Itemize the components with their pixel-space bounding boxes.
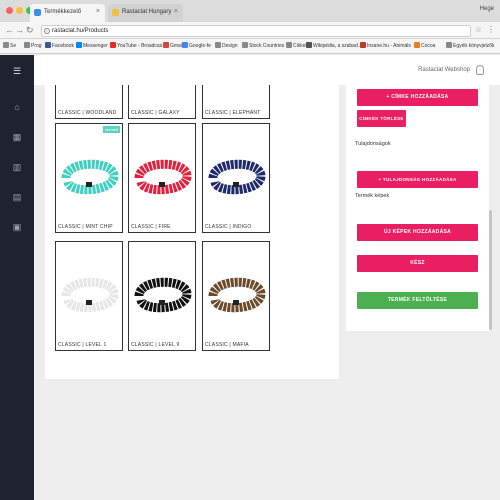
add-property-button[interactable]: + TULAJDONSÁG HOZZÁADÁSA xyxy=(357,171,478,188)
bookmark-item[interactable]: Messenger xyxy=(76,42,108,49)
tab-title: Termékkezelő xyxy=(44,9,82,15)
bookmark-item[interactable]: Facebook xyxy=(45,42,74,49)
tab-close-icon[interactable]: × xyxy=(96,8,100,15)
add-images-button[interactable]: ÚJ KÉPEK HOZZÁADÁSA xyxy=(357,224,478,241)
bookmark-item[interactable]: Egyéb könyvjelzők xyxy=(446,42,494,49)
bookmark-star-icon[interactable]: ☆ xyxy=(475,25,482,34)
product-tile[interactable]: CLASSIC | MAFIA xyxy=(202,241,270,351)
bookmark-item[interactable]: Google-fe xyxy=(182,42,211,49)
tab-favicon-icon xyxy=(112,9,119,16)
browser-menu-icon[interactable]: ⋮ xyxy=(487,25,495,34)
upload-product-button[interactable]: TERMÉK FELTÖLTÉSE xyxy=(357,292,478,309)
facebook-icon xyxy=(45,42,51,48)
clipboard-icon[interactable]: ▣ xyxy=(11,221,23,233)
url-input[interactable]: i rastaclat.hu/Products xyxy=(41,25,471,37)
product-tile[interactable]: CLASSIC | LEVEL 9 xyxy=(128,241,196,351)
bookmark-item[interactable]: Se xyxy=(3,42,16,49)
product-label: CLASSIC | FIRE xyxy=(131,224,171,230)
product-tile[interactable]: CLASSIC | LEVEL 1 xyxy=(55,241,123,351)
bracelet-image xyxy=(208,277,266,313)
tab-title: Rastaclat Hungary xyxy=(122,9,172,15)
product-edit-panel: + CÍMKE HOZZÁADÁSA CÍMKÉK TÖRLÉSE Tulajd… xyxy=(346,85,489,331)
browser-tab-active[interactable]: Termékkezelő × xyxy=(30,4,105,22)
address-bar: ← → ↻ i rastaclat.hu/Products ☆ ⋮ xyxy=(0,22,500,39)
product-label: CLASSIC | GALAXY xyxy=(131,110,180,116)
site-icon xyxy=(360,42,366,48)
messenger-icon xyxy=(76,42,82,48)
bookmark-item[interactable]: Insane.hu - Animáls xyxy=(360,42,411,49)
bracelet-image xyxy=(61,159,119,195)
site-icon xyxy=(414,42,420,48)
product-label: CLASSIC | WOODLAND xyxy=(58,110,117,116)
product-label: CLASSIC | INDIGO xyxy=(205,224,252,230)
gmail-icon xyxy=(163,42,169,48)
folder-icon xyxy=(286,42,292,48)
product-label: CLASSIC | MINT CHIP xyxy=(58,224,113,230)
user-avatar-icon[interactable] xyxy=(476,65,484,75)
book-icon[interactable]: ▤ xyxy=(11,191,23,203)
minimize-window-icon[interactable] xyxy=(16,7,23,14)
properties-label: Tulajdonságok xyxy=(355,141,391,147)
youtube-icon xyxy=(110,42,116,48)
bracelet-image xyxy=(134,277,192,313)
bookmark-item[interactable]: Wikipédia, a szabad... xyxy=(306,42,362,49)
folder-icon xyxy=(446,42,452,48)
forward-icon[interactable]: → xyxy=(15,25,24,35)
folder-icon xyxy=(242,42,248,48)
done-button[interactable]: KÉSZ xyxy=(357,255,478,272)
product-label: CLASSIC | ELEPHANT xyxy=(205,110,261,116)
bookmarks-bar: Se Prog Facebook Messenger YouTube - Bro… xyxy=(0,39,500,54)
product-tile[interactable]: CLASSIC | GALAXY xyxy=(128,85,196,119)
bookmark-item[interactable]: Gmail xyxy=(163,42,183,49)
url-text: rastaclat.hu/Products xyxy=(52,28,109,34)
featured-badge: kiemelt xyxy=(103,126,120,133)
reload-icon[interactable]: ↻ xyxy=(26,25,34,35)
google-icon xyxy=(182,42,188,48)
product-tile[interactable]: kiemelt CLASSIC | MINT CHIP xyxy=(55,123,123,233)
product-tile[interactable]: CLASSIC | WOODLAND xyxy=(55,85,123,119)
back-icon[interactable]: ← xyxy=(5,25,14,35)
browser-tab-bar: Termékkezelő × Rastaclat Hungary × Hege xyxy=(0,0,500,22)
scrollbar[interactable] xyxy=(489,210,492,330)
folder-icon xyxy=(24,42,30,48)
browser-profile[interactable]: Hege xyxy=(480,6,494,12)
bookmark-item[interactable]: Design xyxy=(215,42,238,49)
product-label: CLASSIC | LEVEL 1 xyxy=(58,342,107,348)
bookmark-item[interactable]: Stock Countries xyxy=(242,42,284,49)
bookmark-item[interactable]: Prog xyxy=(24,42,42,49)
product-tile[interactable]: CLASSIC | FIRE xyxy=(128,123,196,233)
product-label: CLASSIC | LEVEL 9 xyxy=(131,342,180,348)
chart-icon[interactable]: ▥ xyxy=(11,161,23,173)
grid-icon[interactable]: ▦ xyxy=(11,131,23,143)
tab-close-icon[interactable]: × xyxy=(174,8,178,15)
product-label: CLASSIC | MAFIA xyxy=(205,342,249,348)
tab-favicon-icon xyxy=(34,9,41,16)
sidebar: ☰ ⌂ ▦ ▥ ▤ ▣ xyxy=(0,55,34,500)
close-window-icon[interactable] xyxy=(6,7,13,14)
images-label: Termék képek xyxy=(355,193,390,199)
folder-icon xyxy=(215,42,221,48)
info-icon[interactable]: i xyxy=(44,28,50,34)
user-name[interactable]: Rastaclat Webshop xyxy=(418,67,470,73)
bracelet-image xyxy=(208,159,266,195)
bookmark-item[interactable]: Cocoa xyxy=(414,42,435,49)
bank-icon[interactable]: ⌂ xyxy=(11,101,23,113)
product-tile[interactable]: CLASSIC | ELEPHANT xyxy=(202,85,270,119)
wikipedia-icon xyxy=(306,42,312,48)
browser-tab-inactive[interactable]: Rastaclat Hungary × xyxy=(108,4,183,22)
delete-tags-button[interactable]: CÍMKÉK TÖRLÉSE xyxy=(357,110,406,127)
add-tag-button[interactable]: + CÍMKE HOZZÁADÁSA xyxy=(357,89,478,106)
bracelet-image xyxy=(134,159,192,195)
product-tile[interactable]: CLASSIC | INDIGO xyxy=(202,123,270,233)
bracelet-image xyxy=(61,277,119,313)
bookmark-item[interactable]: Cikkek xyxy=(286,42,308,49)
bookmark-item[interactable]: YouTube - Broadcas... xyxy=(110,42,166,49)
folder-icon xyxy=(3,42,9,48)
app-topbar: Rastaclat Webshop xyxy=(34,55,500,85)
menu-icon[interactable]: ☰ xyxy=(11,65,23,77)
